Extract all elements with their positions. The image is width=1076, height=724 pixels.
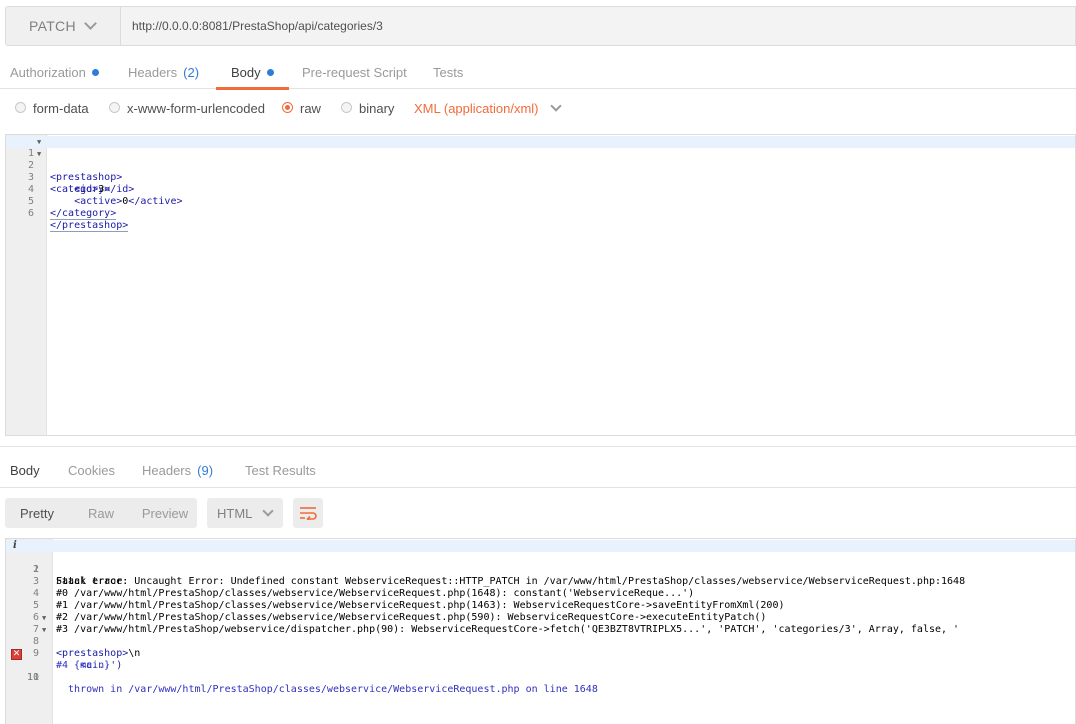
line-number: 6: [27, 208, 34, 219]
pretty-button[interactable]: Pretty: [5, 498, 69, 528]
code-line: 11: [6, 660, 1075, 683]
url-input[interactable]: http://0.0.0.0:8081/PrestaShop/api/categ…: [121, 6, 1076, 46]
tab-label: Authorization: [10, 65, 86, 80]
format-label: HTML: [217, 505, 253, 521]
code-line: 5 #2 /var/www/html/PrestaShop/classes/we…: [6, 588, 1075, 623]
body-type-options: form-data x-www-form-urlencoded raw bina…: [0, 96, 1076, 120]
tab-label: Body: [10, 463, 40, 478]
response-tabs: Body Cookies Headers (9) Test Results: [0, 454, 1076, 488]
fold-arrow-icon[interactable]: ▼: [42, 612, 46, 624]
code-line: 1 ▼ <prestashop>: [6, 136, 1075, 183]
code-line: 6 #3 /var/www/html/PrestaShop/webservice…: [6, 600, 1075, 635]
code-lines: 1 ▼ <prestashop> 2 ▼ <category> 3 <id>3<…: [6, 136, 1075, 232]
option-label: form-data: [33, 100, 89, 116]
code-line: i 1 Fatal error: Uncaught Error: Undefin…: [6, 540, 1075, 587]
content-type-select[interactable]: XML (application/xml): [414, 96, 562, 120]
info-marker-icon: i: [13, 540, 17, 551]
option-label: x-www-form-urlencoded: [127, 100, 265, 116]
modified-dot-icon: [91, 69, 99, 76]
response-tab-cookies[interactable]: Cookies: [68, 454, 115, 487]
request-body-editor[interactable]: 1 ▼ <prestashop> 2 ▼ <category> 3 <id>3<…: [5, 134, 1076, 436]
line-number: 11: [26, 672, 39, 683]
request-tabs: Authorization Headers (2) Body Pre-reque…: [0, 56, 1076, 90]
tab-tests[interactable]: Tests: [433, 56, 463, 89]
section-divider: [0, 446, 1076, 447]
response-body-viewer[interactable]: i 1 Fatal error: Uncaught Error: Undefin…: [5, 538, 1076, 724]
tab-label: Cookies: [68, 463, 115, 478]
fold-arrow-icon[interactable]: ▼: [42, 624, 46, 636]
tab-label: Headers: [128, 65, 178, 80]
wrap-lines-button[interactable]: [293, 498, 323, 528]
wrap-lines-icon: [300, 507, 317, 520]
tab-authorization[interactable]: Authorization: [10, 56, 99, 89]
code-line: 2 Stack trace:: [6, 552, 1075, 587]
chevron-down-icon: [84, 17, 97, 30]
option-form-data[interactable]: form-data: [15, 96, 89, 120]
tab-count: (9): [197, 463, 214, 478]
code-line: 3 <id>3</id>: [6, 160, 1075, 195]
code-line: 7 ▼ <prestashop>\n: [6, 612, 1075, 659]
code-line: 4 <active>0</active>: [6, 172, 1075, 207]
response-tab-body[interactable]: Body: [10, 454, 40, 487]
content-type-label: XML (application/xml): [414, 100, 539, 116]
fold-arrow-icon[interactable]: ▼: [37, 136, 41, 148]
format-select[interactable]: HTML: [207, 498, 283, 528]
tab-label: Test Results: [245, 463, 316, 478]
xml-tag: </category>: [50, 208, 117, 220]
error-marker-icon: ✕: [11, 649, 22, 660]
view-mode-selector: Pretty Raw Preview: [5, 498, 197, 528]
method-select[interactable]: PATCH: [5, 6, 121, 46]
code-line: ✕ 10 thrown in /var/www/html/PrestaShop/…: [6, 648, 1075, 695]
line-text: </prestashop>: [50, 220, 129, 232]
xml-tag: </prestashop>: [50, 220, 129, 232]
code-line: 5 </category>: [6, 184, 1075, 220]
request-url-bar: PATCH http://0.0.0.0:8081/PrestaShop/api…: [5, 6, 1076, 46]
modified-dot-icon: [266, 69, 274, 76]
line-text: </category>: [50, 208, 117, 220]
response-tab-test-results[interactable]: Test Results: [245, 454, 316, 487]
code-line: 6 </prestashop>: [6, 196, 1075, 232]
code-line: 8 ▼ <c...'): [6, 624, 1075, 671]
tab-count: (2): [183, 65, 200, 80]
line-text: thrown in /var/www/html/PrestaShop/class…: [56, 684, 598, 695]
method-label: PATCH: [29, 18, 76, 34]
code-lines: i 1 Fatal error: Uncaught Error: Undefin…: [6, 540, 1075, 695]
tab-body[interactable]: Body: [216, 56, 289, 90]
radio-selected-icon: [282, 101, 293, 113]
chevron-down-icon: [262, 504, 275, 517]
radio-icon: [15, 101, 26, 113]
chevron-down-icon: [549, 99, 562, 112]
preview-button[interactable]: Preview: [133, 498, 197, 528]
fold-arrow-icon[interactable]: ▼: [37, 148, 41, 160]
option-label: binary: [359, 100, 395, 116]
tab-pre-request-script[interactable]: Pre-request Script: [302, 56, 407, 89]
tab-headers[interactable]: Headers (2): [128, 56, 199, 89]
tab-label: Headers: [142, 463, 192, 478]
tab-label: Pre-request Script: [302, 65, 407, 80]
tab-label: Tests: [433, 65, 464, 80]
code-line: 2 ▼ <category>: [6, 148, 1075, 195]
radio-icon: [341, 101, 352, 113]
option-binary[interactable]: binary: [341, 96, 394, 120]
response-tab-headers[interactable]: Headers (9): [142, 454, 213, 487]
option-raw[interactable]: raw: [282, 96, 321, 120]
code-line: 9 #4 {main}: [6, 636, 1075, 671]
tab-label: Body: [231, 65, 261, 80]
code-line: 4 #1 /var/www/html/PrestaShop/classes/we…: [6, 576, 1075, 611]
radio-icon: [109, 101, 120, 113]
option-label: raw: [300, 100, 321, 116]
option-urlencoded[interactable]: x-www-form-urlencoded: [109, 96, 265, 120]
raw-button[interactable]: Raw: [69, 498, 133, 528]
code-line: 3 #0 /var/www/html/PrestaShop/classes/we…: [6, 564, 1075, 599]
